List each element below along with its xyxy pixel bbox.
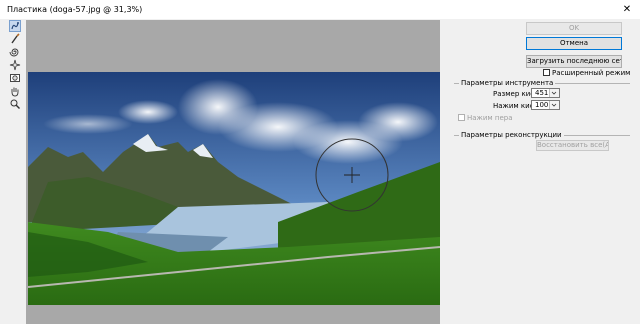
title-bar: Пластика (doga-57.jpg @ 31,3%) ✕ (0, 0, 640, 19)
tool-options-title: Параметры инструмента (459, 79, 556, 87)
reconstruct-brush-icon[interactable] (9, 33, 21, 45)
cancel-button[interactable]: Отмена (526, 37, 622, 50)
twirl-icon[interactable] (9, 46, 21, 58)
chevron-down-icon[interactable] (549, 89, 559, 97)
preview-canvas[interactable] (26, 20, 440, 324)
chevron-down-icon[interactable] (549, 101, 559, 109)
stylus-pressure-checkbox[interactable] (458, 114, 465, 121)
window-title: Пластика (doga-57.jpg @ 31,3%) (7, 5, 143, 14)
load-last-mesh-button[interactable]: Загрузить последнюю сетку (526, 55, 622, 68)
brush-pressure-field[interactable]: 100 (531, 100, 560, 110)
zoom-icon[interactable] (9, 98, 21, 110)
ok-button[interactable]: OK (526, 22, 622, 35)
reconstruct-options-title: Параметры реконструкции (459, 131, 564, 139)
brush-size-field[interactable]: 451 (531, 88, 560, 98)
advanced-mode-label: Расширенный режим (552, 69, 631, 77)
advanced-mode-checkbox[interactable] (543, 69, 550, 76)
stylus-pressure-label: Нажим пера (467, 114, 513, 122)
hand-icon[interactable] (9, 85, 21, 97)
landscape-photo[interactable] (28, 72, 440, 305)
forward-warp-icon[interactable] (9, 20, 21, 32)
close-icon[interactable]: ✕ (614, 0, 640, 19)
bloat-icon[interactable] (9, 72, 21, 84)
restore-all-button[interactable]: Восстановить все(A) (536, 140, 609, 151)
pucker-icon[interactable] (9, 59, 21, 71)
toolbox (9, 20, 21, 111)
